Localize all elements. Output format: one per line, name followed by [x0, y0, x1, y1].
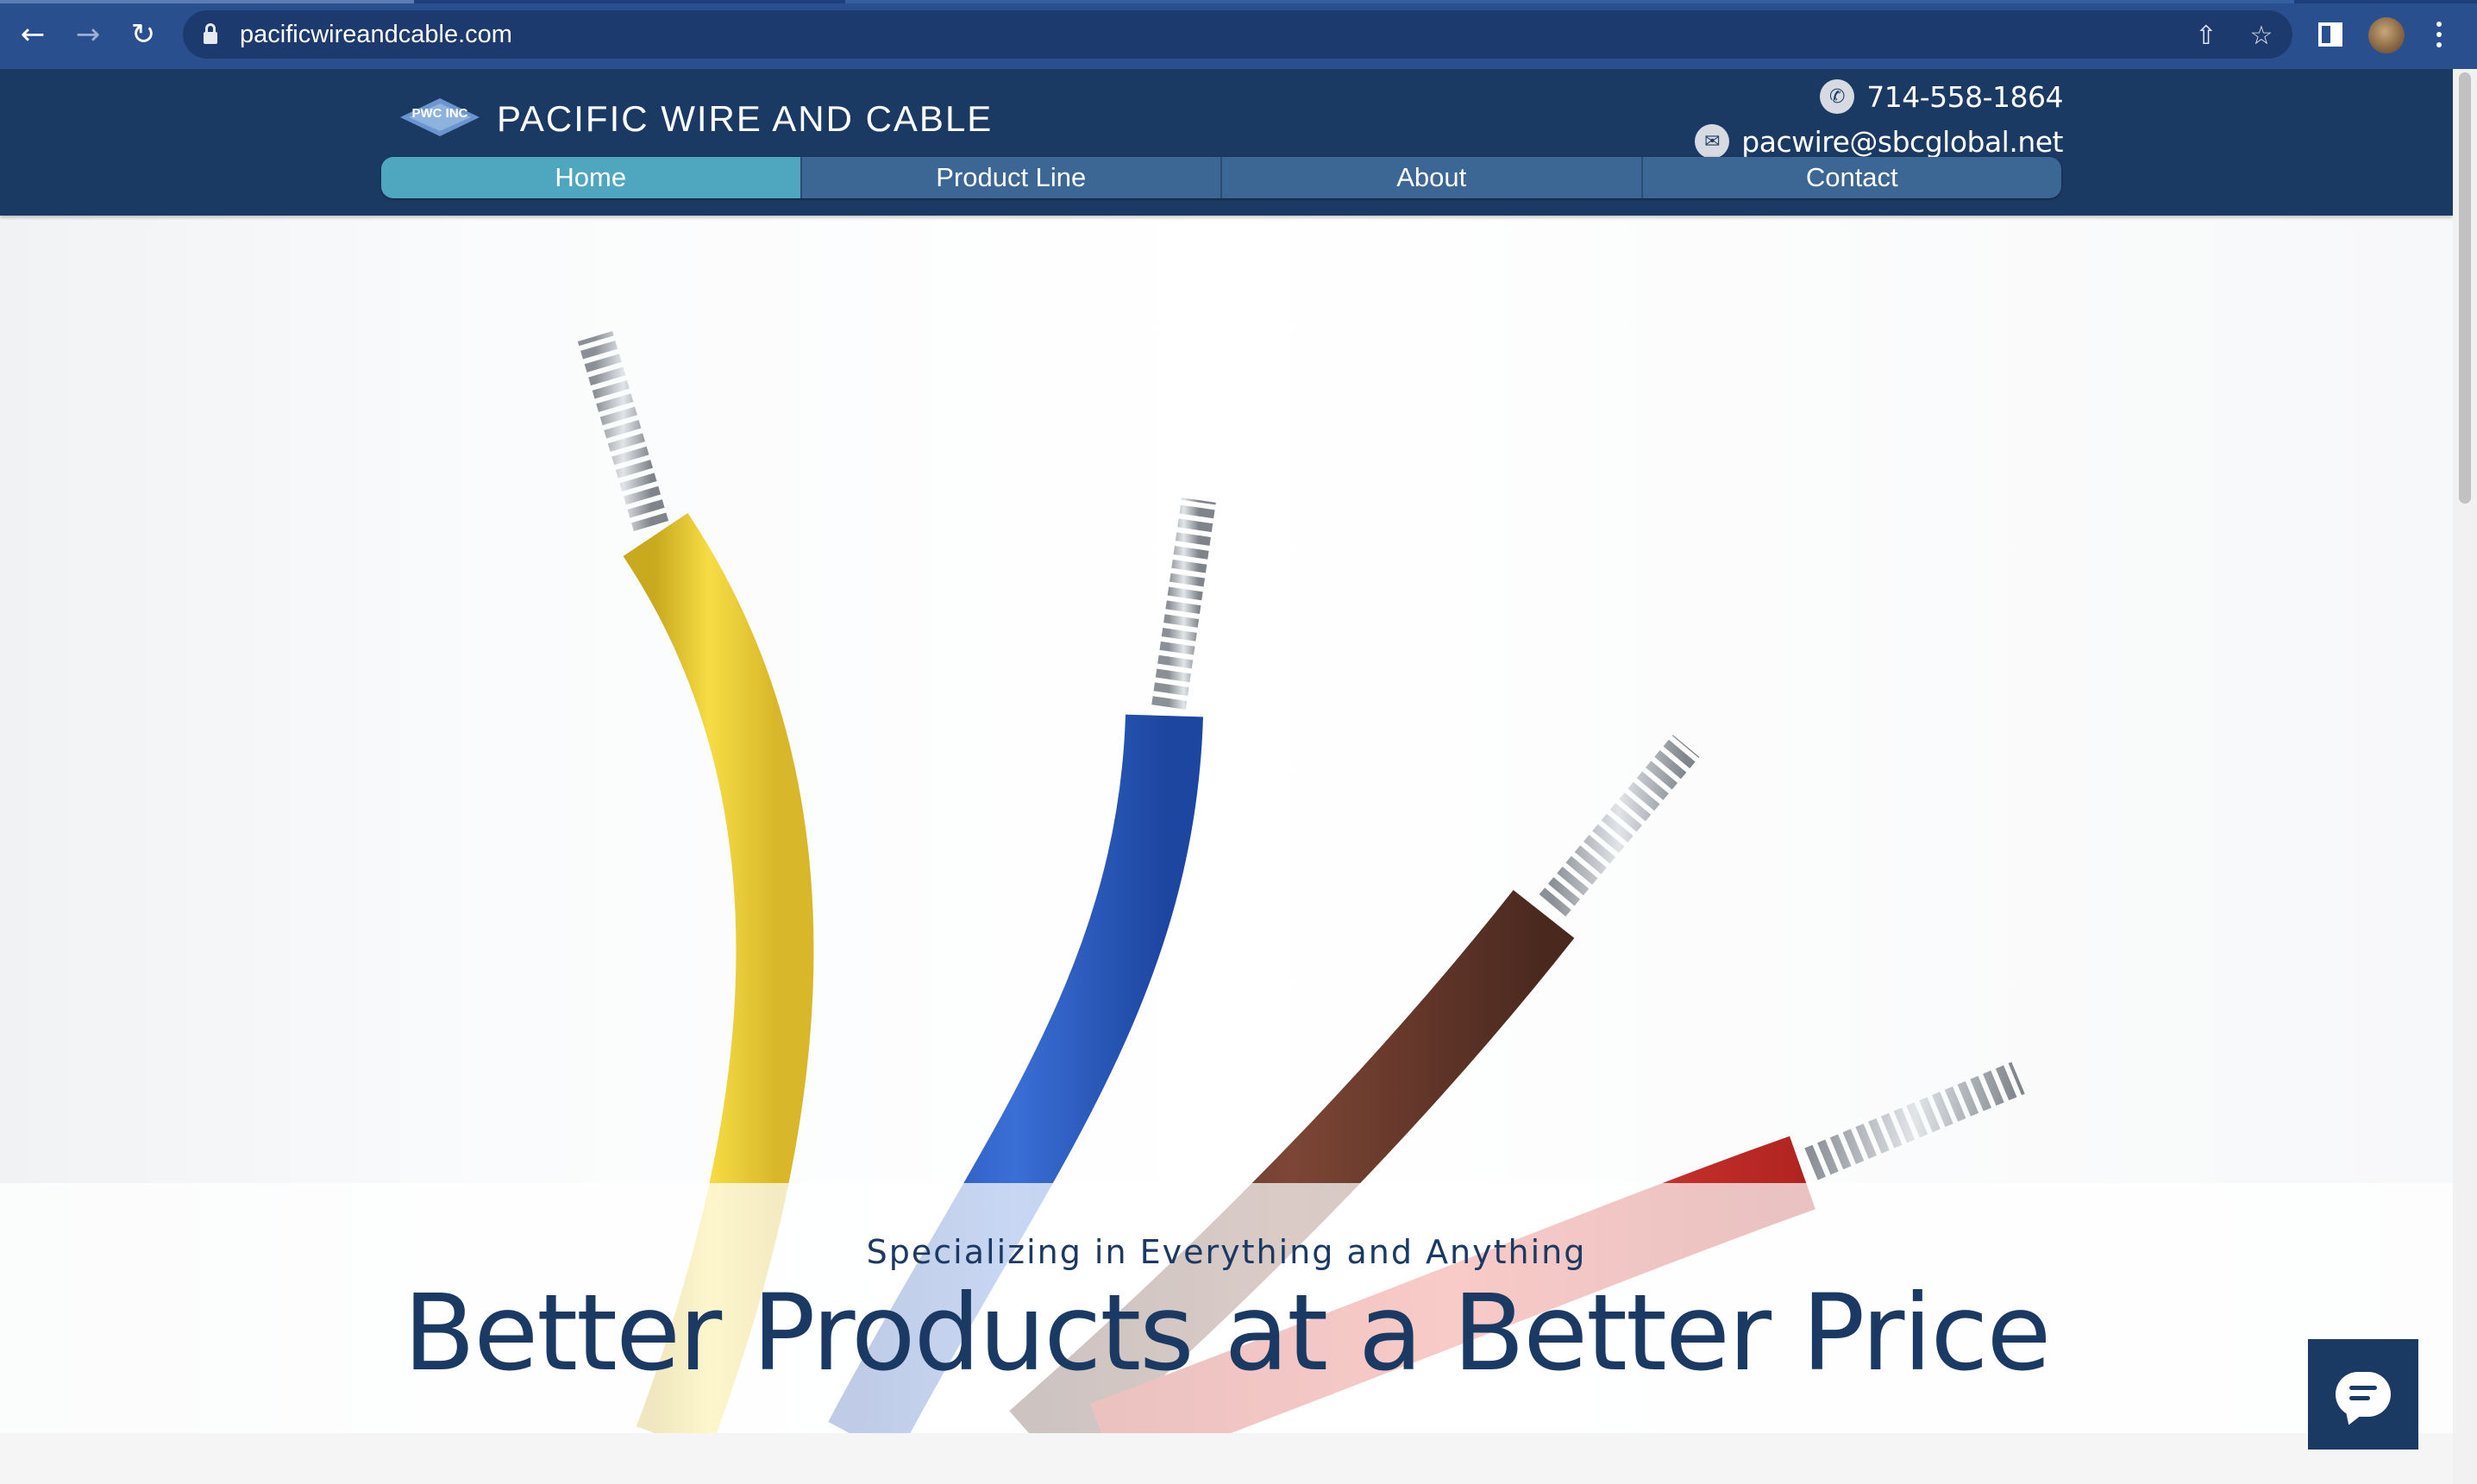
tab-strip: [845, 0, 2294, 3]
forward-icon[interactable]: →: [71, 17, 105, 52]
phone-contact[interactable]: ✆ 714-558-1864: [1820, 78, 2063, 116]
side-panel-icon[interactable]: [2318, 22, 2342, 47]
page-viewport: PWC INC PACIFIC WIRE AND CABLE ✆ 714-558…: [0, 69, 2453, 1484]
phone-number[interactable]: 714-558-1864: [1866, 80, 2063, 114]
active-tab-indicator: [0, 0, 414, 3]
next-section-edge: [0, 1433, 2453, 1484]
tab-strip-edge: [0, 0, 2477, 3]
pwc-logo[interactable]: PWC INC: [398, 97, 481, 138]
profile-avatar[interactable]: [2368, 17, 2405, 53]
site-header: PWC INC PACIFIC WIRE AND CABLE ✆ 714-558…: [0, 69, 2453, 216]
nav-home[interactable]: Home: [381, 157, 802, 198]
page-scrollbar[interactable]: [2453, 69, 2477, 1484]
back-icon[interactable]: ←: [16, 17, 50, 52]
url-text[interactable]: pacificwireandcable.com: [240, 21, 512, 48]
hero-section: Specializing in Everything and Anything …: [0, 216, 2453, 1433]
main-nav: Home Product Line About Contact: [381, 157, 2061, 198]
hero-title: Better Products at a Better Price: [403, 1272, 2052, 1394]
reload-icon[interactable]: ↻: [126, 17, 160, 52]
brand-name[interactable]: PACIFIC WIRE AND CABLE: [497, 97, 993, 141]
envelope-icon: ✉: [1695, 124, 1730, 159]
phone-icon: ✆: [1820, 79, 1855, 114]
share-icon[interactable]: ⇧: [2192, 22, 2220, 50]
email-contact[interactable]: ✉ pacwire@sbcglobal.net: [1695, 122, 2063, 160]
star-icon[interactable]: ☆: [2248, 22, 2275, 50]
nav-about[interactable]: About: [1222, 157, 1643, 198]
lock-icon[interactable]: [204, 23, 217, 46]
nav-product-line[interactable]: Product Line: [802, 157, 1222, 198]
address-bar[interactable]: pacificwireandcable.com ⇧ ☆: [183, 10, 2292, 59]
logo-text: PWC INC: [412, 106, 468, 121]
kebab-menu-icon[interactable]: [2434, 19, 2444, 50]
scrollbar-thumb[interactable]: [2459, 72, 2471, 504]
chat-icon: [2336, 1372, 2391, 1417]
nav-contact[interactable]: Contact: [1643, 157, 2062, 198]
email-address[interactable]: pacwire@sbcglobal.net: [1741, 125, 2063, 159]
hero-subtitle: Specializing in Everything and Anything: [866, 1233, 1587, 1271]
browser-toolbar: ← → ↻ pacificwireandcable.com ⇧ ☆: [0, 0, 2477, 69]
chat-widget-button[interactable]: [2308, 1339, 2418, 1450]
